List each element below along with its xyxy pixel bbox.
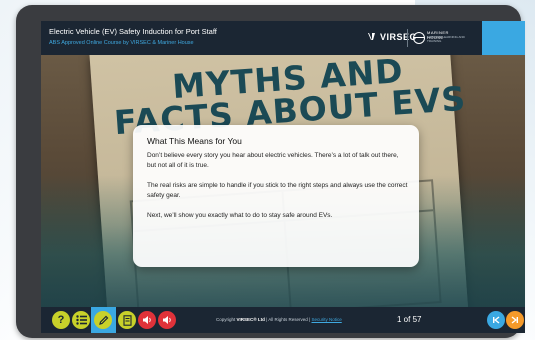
previous-button[interactable] bbox=[487, 311, 505, 329]
course-subtitle: ABS Approved Online Course by VIRSEC & M… bbox=[49, 40, 194, 46]
speaker-icon bbox=[142, 316, 151, 324]
copyright-suffix: | All Rights Reserved | bbox=[264, 317, 311, 322]
audio-button-2[interactable] bbox=[158, 311, 176, 329]
card-title: What This Means for You bbox=[147, 136, 242, 146]
next-button[interactable] bbox=[506, 311, 524, 329]
logo-divider bbox=[407, 29, 408, 47]
audio-button[interactable] bbox=[138, 311, 156, 329]
document-icon bbox=[122, 314, 132, 326]
card-paragraph: Next, we’ll show you exactly what to do … bbox=[147, 212, 333, 219]
page-indicator: 1 of 57 bbox=[397, 315, 422, 324]
course-header: Electric Vehicle (EV) Safety Induction f… bbox=[41, 21, 525, 55]
skip-forward-icon bbox=[511, 316, 518, 324]
virsec-logo-text: VIRSEC bbox=[380, 32, 417, 42]
info-card: What This Means for You Don’t believe ev… bbox=[133, 125, 419, 267]
copyright-brand: VIRSEC® Ltd bbox=[236, 317, 265, 322]
mariner-logo-line2: MARITIME LEARNING AND TRAINING bbox=[427, 35, 465, 43]
mariner-house-logo: MARINER HOUSE MARITIME LEARNING AND TRAI… bbox=[413, 29, 467, 47]
speaker-icon bbox=[162, 316, 171, 324]
header-accent-block bbox=[482, 21, 525, 55]
mariner-globe-icon bbox=[413, 32, 425, 44]
virsec-logo: VIRSEC bbox=[367, 32, 417, 42]
pencil-icon bbox=[98, 315, 108, 325]
list-icon bbox=[75, 315, 87, 325]
transcript-button[interactable] bbox=[118, 311, 136, 329]
player-footer: ? Copyright VIRSEC® Ltd | All Rights Res… bbox=[41, 307, 525, 333]
skip-back-icon bbox=[493, 316, 500, 324]
card-paragraph: The real risks are simple to handle if y… bbox=[147, 182, 408, 199]
security-notice-link[interactable]: Security Notice bbox=[311, 317, 341, 322]
virsec-logo-icon bbox=[368, 33, 375, 40]
copyright-prefix: Copyright bbox=[216, 317, 236, 322]
copyright-text: Copyright VIRSEC® Ltd | All Rights Reser… bbox=[216, 317, 342, 322]
help-button[interactable]: ? bbox=[52, 311, 70, 329]
question-icon: ? bbox=[57, 314, 65, 326]
tablet-frame: Electric Vehicle (EV) Safety Induction f… bbox=[16, 5, 525, 338]
course-title: Electric Vehicle (EV) Safety Induction f… bbox=[49, 27, 217, 36]
course-player-screen: Electric Vehicle (EV) Safety Induction f… bbox=[41, 21, 525, 333]
slide-content: MYTHS AND FACTS ABOUT EVS What This Mean… bbox=[41, 55, 525, 307]
notes-button[interactable] bbox=[94, 311, 112, 329]
menu-button[interactable] bbox=[72, 311, 90, 329]
card-paragraph: Don’t believe every story you hear about… bbox=[147, 152, 399, 169]
